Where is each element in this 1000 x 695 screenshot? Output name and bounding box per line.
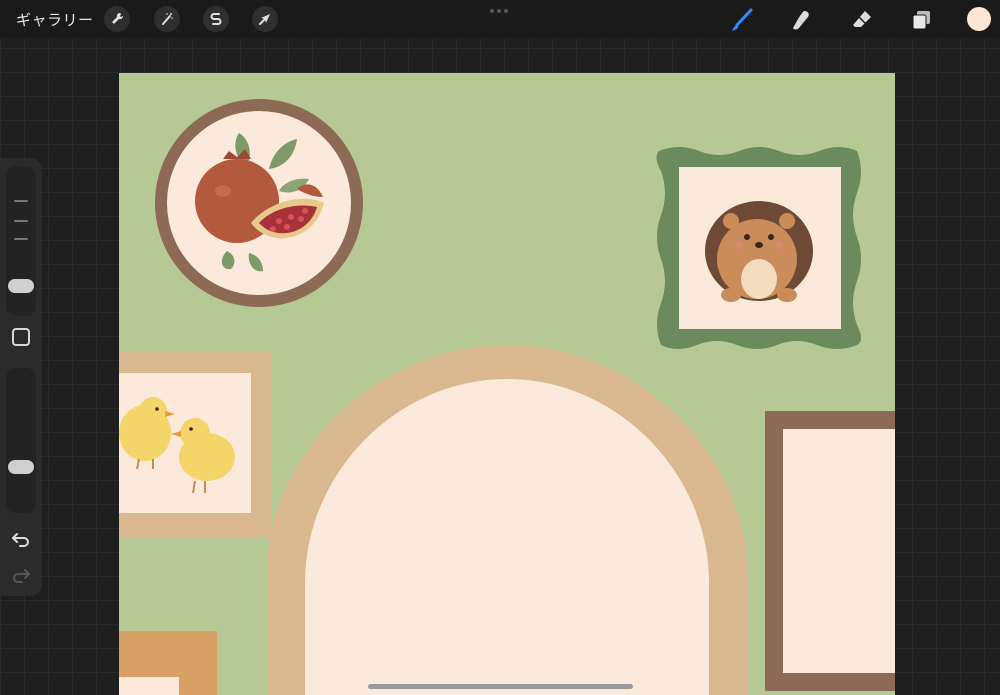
artwork xyxy=(119,99,895,695)
undo-button[interactable] xyxy=(10,528,32,550)
transform-button[interactable] xyxy=(252,6,278,32)
drawing-canvas[interactable] xyxy=(119,73,895,695)
sidebar xyxy=(0,158,42,596)
layers-button[interactable] xyxy=(907,6,935,34)
layers-icon xyxy=(912,11,930,30)
slider-tick xyxy=(14,200,28,202)
brush-icon xyxy=(732,8,753,31)
window-grabber[interactable] xyxy=(490,9,508,13)
slider-tick xyxy=(14,238,28,240)
smudge-tool-button[interactable] xyxy=(788,6,816,34)
brush-size-slider[interactable] xyxy=(6,166,36,316)
modify-button[interactable] xyxy=(12,328,30,346)
redo-button[interactable] xyxy=(10,564,32,586)
arch-frame xyxy=(267,345,747,695)
gallery-button[interactable]: ギャラリー xyxy=(16,9,94,30)
magic-wand-icon xyxy=(162,13,173,25)
round-frame-pomegranate xyxy=(155,99,363,307)
paint-tool-button[interactable] xyxy=(728,6,756,34)
eraser-tool-button[interactable] xyxy=(848,6,876,34)
actions-button[interactable] xyxy=(104,6,130,32)
tan-frame-chicks xyxy=(119,351,271,537)
undo-icon xyxy=(12,533,29,547)
opacity-slider[interactable] xyxy=(6,368,36,513)
selection-s-icon xyxy=(210,13,222,25)
brown-frame-right xyxy=(765,411,895,691)
orange-frame-bottom xyxy=(119,631,217,695)
wavy-frame-hedgehog xyxy=(656,147,861,349)
slider-tick xyxy=(14,220,28,222)
top-toolbar: ギャラリー xyxy=(0,0,1000,38)
arrow-cursor-icon xyxy=(259,14,270,25)
smudge-icon xyxy=(793,11,809,30)
color-picker-button[interactable] xyxy=(967,7,991,31)
brush-size-thumb[interactable] xyxy=(8,279,34,293)
wrench-icon xyxy=(112,12,124,24)
eraser-icon xyxy=(853,11,871,27)
home-indicator[interactable] xyxy=(368,684,633,689)
redo-icon xyxy=(13,569,30,583)
selection-button[interactable] xyxy=(203,6,229,32)
adjustments-button[interactable] xyxy=(154,6,180,32)
opacity-thumb[interactable] xyxy=(8,460,34,474)
